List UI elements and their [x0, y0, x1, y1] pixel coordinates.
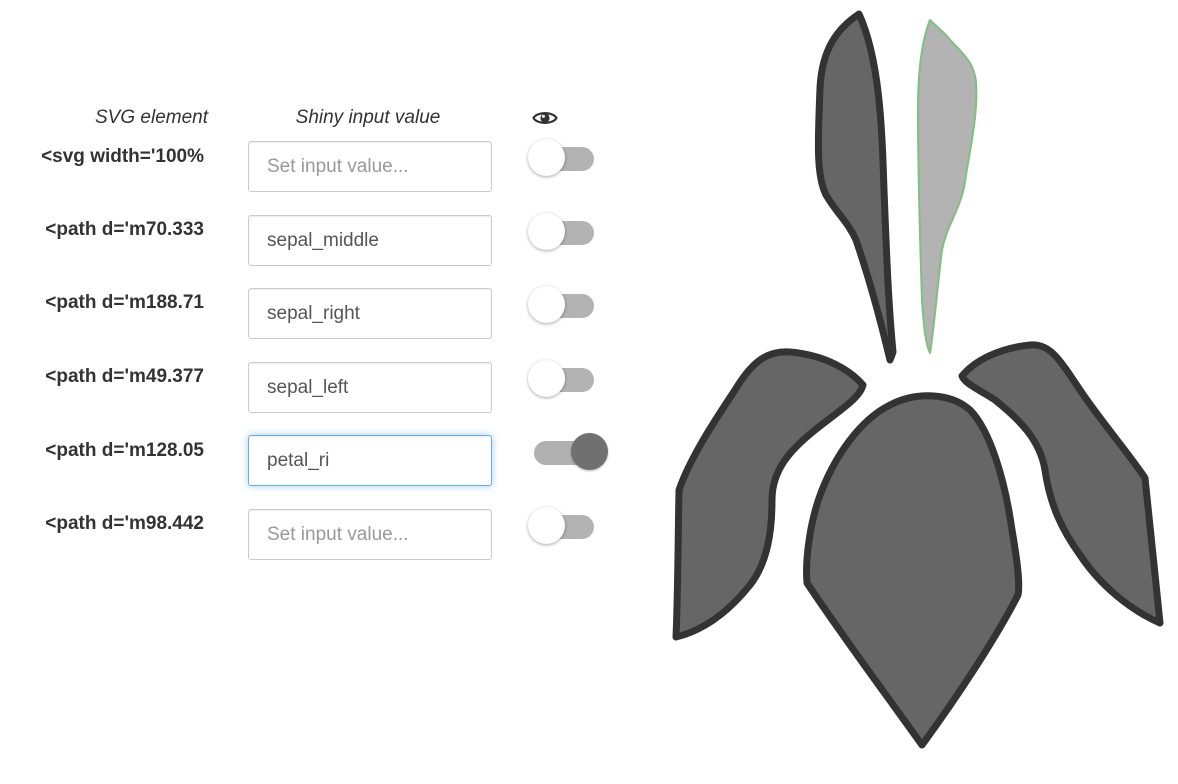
iris-flower-svg [672, 10, 1164, 749]
visibility-toggle[interactable] [528, 430, 608, 470]
visibility-toggle[interactable] [528, 283, 604, 323]
toggle-knob [528, 286, 565, 323]
sepal-left-shape[interactable] [814, 10, 897, 364]
svg-element-row: <path d='m188.71 [0, 286, 640, 340]
svg-element-column-header: SVG element [95, 107, 208, 128]
toggle-knob [571, 433, 608, 470]
visibility-toggle[interactable] [528, 357, 604, 397]
toggle-knob [528, 360, 565, 397]
input-value-field[interactable] [248, 435, 492, 486]
svg-element-label: <path d='m188.71 [45, 292, 204, 313]
svg-element-label: <path d='m70.333 [45, 219, 204, 240]
svg-element-row: <path d='m128.05 [0, 433, 640, 487]
input-value-field[interactable] [248, 288, 492, 339]
svg-element-row: <path d='m49.377 [0, 360, 640, 414]
toggle-knob [528, 139, 565, 176]
sepal-middle-shape[interactable] [917, 19, 978, 354]
svg-input-editor: SVG element Shiny input value <svg width… [0, 0, 1178, 784]
visibility-toggle[interactable] [528, 504, 604, 544]
toggle-knob [528, 507, 565, 544]
visibility-toggle[interactable] [528, 136, 604, 176]
input-value-field[interactable] [248, 141, 492, 192]
eye-icon [531, 106, 559, 130]
input-value-field[interactable] [248, 509, 492, 560]
input-value-field[interactable] [248, 215, 492, 266]
svg-element-label: <path d='m128.05 [45, 440, 204, 461]
input-value-field[interactable] [248, 362, 492, 413]
visibility-toggle[interactable] [528, 210, 604, 250]
svg-element-row: <path d='m98.442 [0, 507, 640, 561]
svg-element-label: <path d='m98.442 [45, 513, 204, 534]
toggle-knob [528, 213, 565, 250]
svg-element-row: <svg width='100% [0, 139, 640, 193]
svg-element-label: <svg width='100% [41, 146, 204, 167]
svg-element-row: <path d='m70.333 [0, 213, 640, 267]
svg-element-label: <path d='m49.377 [45, 366, 204, 387]
petal-center-shape[interactable] [803, 392, 1023, 749]
input-value-column-header: Shiny input value [295, 107, 441, 128]
